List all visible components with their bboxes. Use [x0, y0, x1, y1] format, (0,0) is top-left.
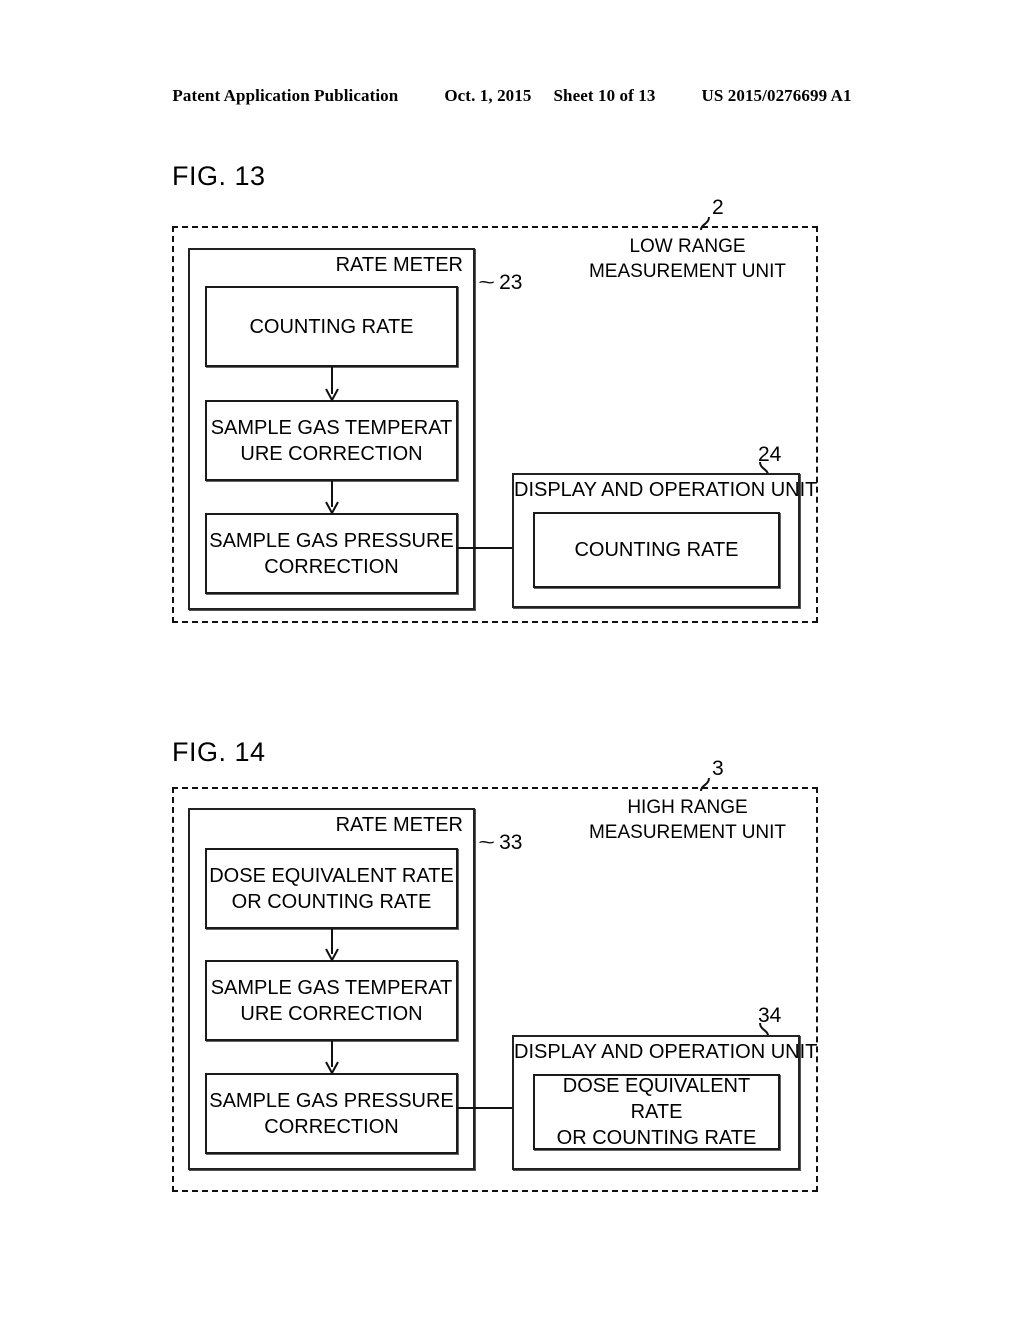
low-range-caption-line-1: LOW RANGE [629, 236, 746, 257]
process-label: SAMPLE GAS PRESSURE CORRECTION [209, 529, 454, 578]
reference-numeral-3: 3 [712, 757, 724, 780]
rate-meter-title-13: RATE METER [335, 254, 463, 276]
reference-numeral-24: 24 [758, 443, 782, 466]
process-box-dose-rate-14: DOSE EQUIVALENT RATE OR COUNTING RATE [205, 848, 458, 929]
process-label: SAMPLE GAS TEMPERAT URE CORRECTION [210, 416, 453, 465]
header-patent-number: US 2015/0276699 A1 [701, 86, 852, 105]
figure-label-14: FIG. 14 [172, 737, 266, 767]
display-content-label: COUNTING RATE [574, 539, 739, 561]
high-range-caption-line-2: MEASUREMENT UNIT [588, 822, 787, 843]
rate-meter-title-14: RATE METER [335, 814, 463, 836]
page-header: Patent Application Publication Oct. 1, 2… [0, 86, 1024, 106]
process-box-counting-rate-13: COUNTING RATE [205, 286, 458, 367]
header-sheet-number: Sheet 10 of 13 [553, 86, 656, 105]
process-box-temperature-correction-13: SAMPLE GAS TEMPERAT URE CORRECTION [205, 400, 458, 481]
reference-numeral-34: 34 [758, 1004, 782, 1027]
process-label: SAMPLE GAS TEMPERAT URE CORRECTION [210, 976, 453, 1025]
display-content-box-13: COUNTING RATE [533, 512, 780, 588]
process-label: SAMPLE GAS PRESSURE CORRECTION [209, 1089, 454, 1138]
header-date: Oct. 1, 2015 [444, 86, 532, 105]
reference-numeral-23: 23 [481, 271, 522, 295]
high-range-caption-line-1: HIGH RANGE [627, 797, 748, 818]
process-label: COUNTING RATE [249, 315, 414, 338]
header-publication: Patent Application Publication [172, 86, 399, 105]
process-box-pressure-correction-14: SAMPLE GAS PRESSURE CORRECTION [205, 1073, 458, 1154]
process-box-pressure-correction-13: SAMPLE GAS PRESSURE CORRECTION [205, 513, 458, 594]
reference-numeral-33: 33 [481, 831, 522, 855]
process-box-temperature-correction-14: SAMPLE GAS TEMPERAT URE CORRECTION [205, 960, 458, 1041]
display-content-box-14: DOSE EQUIVALENT RATE OR COUNTING RATE [533, 1074, 780, 1150]
display-operation-unit-title-14: DISPLAY AND OPERATION UNIT [514, 1041, 818, 1063]
figure-label-13: FIG. 13 [172, 161, 266, 191]
low-range-caption-line-2: MEASUREMENT UNIT [588, 261, 787, 282]
display-content-label: DOSE EQUIVALENT RATE OR COUNTING RATE [556, 1075, 757, 1149]
low-range-unit-caption: LOW RANGE MEASUREMENT UNIT [560, 234, 815, 284]
high-range-unit-caption: HIGH RANGE MEASUREMENT UNIT [560, 795, 815, 845]
process-label: DOSE EQUIVALENT RATE OR COUNTING RATE [209, 864, 454, 913]
reference-numeral-2: 2 [712, 196, 724, 219]
display-operation-unit-title-13: DISPLAY AND OPERATION UNIT [514, 479, 818, 501]
